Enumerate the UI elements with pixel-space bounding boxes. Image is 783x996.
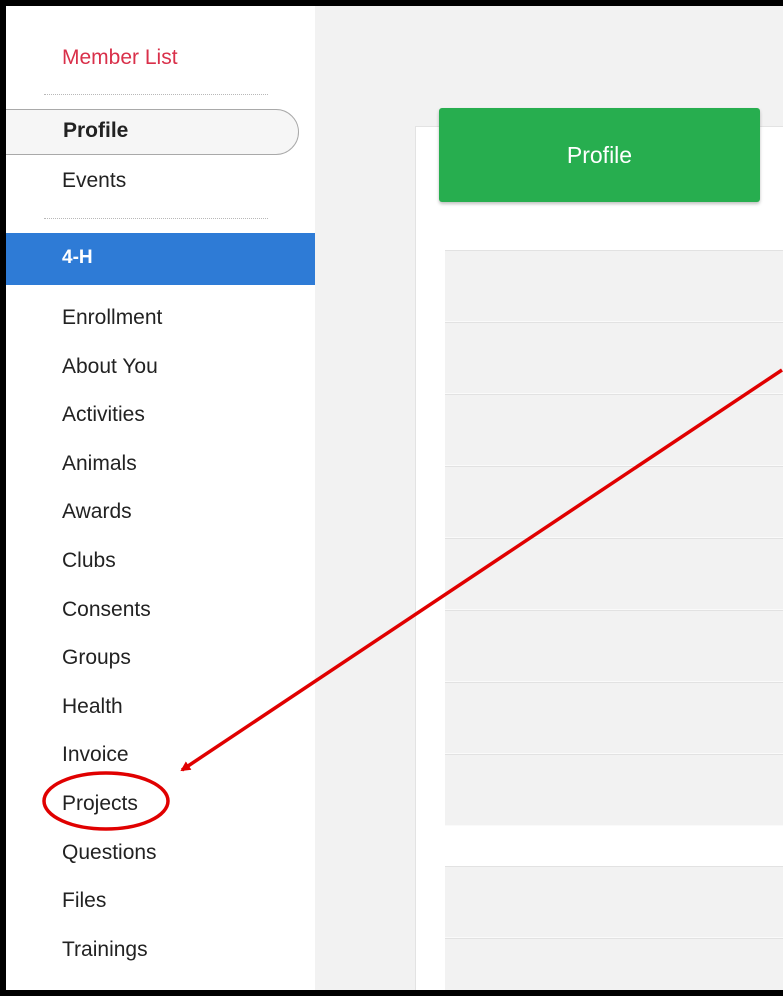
screenshot-frame: Member List Profile Events 4-H Enrollmen… bbox=[0, 0, 783, 996]
sidebar-item-events[interactable]: Events bbox=[62, 169, 126, 193]
content-gap bbox=[445, 826, 783, 866]
sidebar-item-about-you[interactable]: About You bbox=[62, 353, 162, 402]
section-header-4h[interactable]: 4-H bbox=[6, 233, 315, 285]
sidebar-item-awards[interactable]: Awards bbox=[62, 498, 162, 547]
content-row bbox=[445, 538, 783, 610]
content-row bbox=[445, 466, 783, 538]
sidebar-item-animals[interactable]: Animals bbox=[62, 450, 162, 499]
sidebar-item-consents[interactable]: Consents bbox=[62, 596, 162, 645]
sidebar: Member List Profile Events 4-H Enrollmen… bbox=[6, 6, 315, 990]
sidebar-item-clubs[interactable]: Clubs bbox=[62, 547, 162, 596]
content-row bbox=[445, 938, 783, 990]
content-row bbox=[445, 322, 783, 394]
sidebar-item-groups[interactable]: Groups bbox=[62, 644, 162, 693]
sidebar-item-enrollment[interactable]: Enrollment bbox=[62, 304, 162, 353]
content-rows bbox=[445, 250, 783, 990]
content-row bbox=[445, 754, 783, 826]
main-content: Profile bbox=[315, 6, 783, 990]
content-row bbox=[445, 250, 783, 322]
section-header-label: 4-H bbox=[62, 247, 93, 268]
sidebar-item-files[interactable]: Files bbox=[62, 887, 162, 936]
nav-list: Enrollment About You Activities Animals … bbox=[62, 304, 162, 984]
sidebar-item-invoice[interactable]: Invoice bbox=[62, 741, 162, 790]
sidebar-item-label: Profile bbox=[63, 119, 129, 142]
sidebar-item-activities[interactable]: Activities bbox=[62, 401, 162, 450]
sidebar-item-profile[interactable]: Profile bbox=[6, 109, 299, 155]
sidebar-item-projects[interactable]: Projects bbox=[62, 790, 162, 839]
sidebar-item-questions[interactable]: Questions bbox=[62, 839, 162, 888]
sidebar-item-health[interactable]: Health bbox=[62, 693, 162, 742]
content-row bbox=[445, 682, 783, 754]
sidebar-item-trainings[interactable]: Trainings bbox=[62, 936, 162, 985]
profile-button[interactable]: Profile bbox=[439, 108, 760, 202]
content-row bbox=[445, 610, 783, 682]
content-row bbox=[445, 866, 783, 938]
sidebar-divider bbox=[44, 94, 268, 95]
sidebar-divider bbox=[44, 218, 268, 219]
content-row bbox=[445, 394, 783, 466]
member-list-link[interactable]: Member List bbox=[62, 46, 178, 70]
